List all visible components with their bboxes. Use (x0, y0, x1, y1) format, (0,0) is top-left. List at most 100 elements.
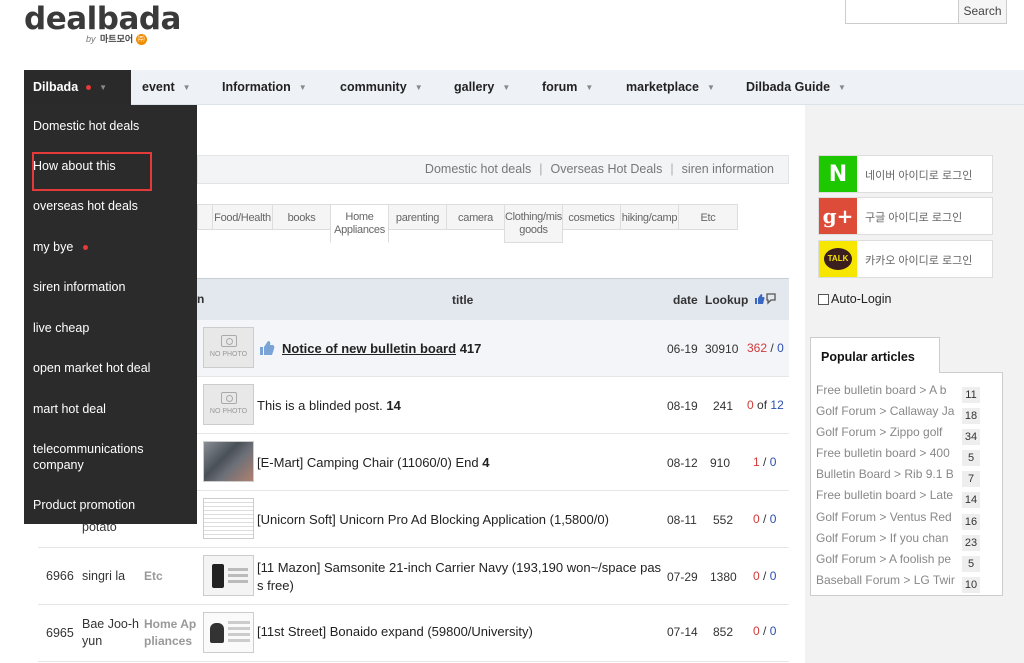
dropdown-item-mart-hot-deal[interactable]: mart hot deal (33, 401, 106, 417)
post-thumbnail[interactable] (203, 498, 254, 539)
table-row[interactable]: NO PHOTO This is a blinded post. 14 08-1… (197, 377, 789, 434)
category-tab-books[interactable]: books (272, 204, 331, 230)
popular-item-title[interactable]: Golf Forum > A foolish pe (816, 552, 958, 566)
popular-item-count: 34 (962, 429, 980, 445)
post-category[interactable]: Home Appliances (144, 616, 202, 650)
table-row[interactable]: 6965 Bae Joo-hyun Home Appliances [11st … (38, 605, 789, 662)
dropdown-item-product-promotion[interactable]: Product promotion (33, 497, 135, 513)
naver-login-button[interactable]: N 네이버 아이디로 로그인 (818, 155, 993, 193)
post-lookup: 552 (713, 513, 734, 527)
kakao-login-button[interactable]: TALK 카카오 아이디로 로그인 (818, 240, 993, 278)
post-title-link[interactable]: Notice of new bulletin board (282, 341, 456, 356)
category-tab-hiking-camp[interactable]: hiking/camp (620, 204, 679, 230)
popular-item-title[interactable]: Free bulletin board > Late (816, 488, 958, 502)
search-input[interactable] (845, 0, 959, 24)
vote-down-count: 0 (769, 512, 777, 526)
popular-item[interactable]: Golf Forum > A foolish pe 5 (816, 552, 998, 572)
post-title-link[interactable]: [E-Mart] Camping Chair (11060/0) End (257, 455, 479, 470)
post-author[interactable]: singri la (82, 569, 125, 583)
site-logo[interactable]: dealbada by 마트모어 ㈜ (24, 2, 181, 46)
table-row[interactable]: NO PHOTO Notice of new bulletin board 41… (197, 320, 789, 377)
post-author[interactable]: Bae Joo-hyun (82, 616, 140, 650)
subnav-link-siren[interactable]: siren information (682, 162, 774, 176)
header-lookup[interactable]: Lookup (705, 293, 748, 307)
search-button[interactable]: Search (958, 0, 1007, 24)
nav-item-dilbada[interactable]: Dilbada ▼ (24, 70, 131, 105)
post-title[interactable]: [11 Mazon] Samsonite 21-inch Carrier Nav… (257, 559, 662, 595)
subnav-link-overseas[interactable]: Overseas Hot Deals (550, 162, 662, 176)
board-subnav: Domestic hot deals | Overseas Hot Deals | si… (197, 155, 789, 184)
popular-item-title[interactable]: Free bulletin board > A b (816, 383, 958, 397)
popular-item-title[interactable]: Golf Forum > Ventus Red (816, 510, 958, 524)
nav-item-marketplace[interactable]: marketplace ▼ (626, 70, 715, 105)
vote-separator: / (763, 624, 767, 638)
popular-item-title[interactable]: Free bulletin board > 400 (816, 446, 958, 460)
post-title[interactable]: [E-Mart] Camping Chair (11060/0) End 4 (257, 455, 489, 470)
nav-item-event[interactable]: event ▼ (142, 70, 191, 105)
nav-item-dilbada-guide[interactable]: Dilbada Guide ▼ (746, 70, 846, 105)
post-thumbnail[interactable] (203, 612, 254, 653)
post-title[interactable]: Notice of new bulletin board 417 (282, 341, 481, 356)
post-title-link[interactable]: [11st Street] Bonaido expand (59800/Univ… (257, 624, 533, 639)
category-tab-parenting[interactable]: parenting (388, 204, 447, 230)
checkbox-icon[interactable] (818, 294, 829, 306)
post-title[interactable]: [11st Street] Bonaido expand (59800/Univ… (257, 624, 533, 639)
popular-item-title[interactable]: Golf Forum > Callaway Ja (816, 404, 958, 418)
post-title[interactable]: [Unicorn Soft] Unicorn Pro Ad Blocking A… (257, 512, 609, 527)
nav-item-gallery[interactable]: gallery ▼ (454, 70, 510, 105)
popular-item[interactable]: Golf Forum > Ventus Red 16 (816, 510, 998, 530)
post-title-link[interactable]: [Unicorn Soft] Unicorn Pro Ad Blocking A… (257, 512, 609, 527)
dropdown-item-overseas-hot-deals[interactable]: overseas hot deals (33, 198, 138, 214)
popular-item[interactable]: Free bulletin board > A b 11 (816, 383, 998, 403)
popular-item[interactable]: Bulletin Board > Rib 9.1 B 7 (816, 467, 998, 487)
vote-separator: / (763, 455, 767, 469)
google-login-button[interactable]: g+ 구글 아이디로 로그인 (818, 197, 993, 235)
dropdown-item-live-cheap[interactable]: live cheap (33, 320, 89, 336)
category-tab-food-health[interactable]: Food/Health (212, 204, 273, 230)
vote-up-count: 0 (753, 624, 760, 638)
post-lookup: 241 (713, 399, 734, 413)
dropdown-item-telecommunications-company[interactable]: telecommunications company (33, 441, 183, 473)
category-tab-home-appliances[interactable]: Home Appliances (330, 204, 389, 243)
popular-item-title[interactable]: Bulletin Board > Rib 9.1 B (816, 467, 958, 481)
camera-icon (220, 392, 237, 404)
popular-item-title[interactable]: Golf Forum > Zippo golf (816, 425, 958, 439)
post-title[interactable]: This is a blinded post. 14 (257, 398, 401, 413)
category-tab[interactable] (197, 204, 213, 230)
category-tab-etc[interactable]: Etc (678, 204, 738, 230)
subnav-link-domestic[interactable]: Domestic hot deals (425, 162, 531, 176)
header-date[interactable]: date (673, 293, 698, 307)
vote-up-count: 0 (747, 398, 754, 412)
no-photo-thumbnail: NO PHOTO (203, 384, 254, 425)
dropdown-item-siren-information[interactable]: siren information (33, 279, 125, 295)
post-category[interactable]: Etc (144, 569, 163, 583)
popular-item-title[interactable]: Baseball Forum > LG Twir (816, 573, 958, 587)
post-number: 6965 (46, 626, 74, 640)
popular-item[interactable]: Free bulletin board > 400 5 (816, 446, 998, 466)
popular-item[interactable]: Baseball Forum > LG Twir 10 (816, 573, 998, 593)
popular-item[interactable]: Golf Forum > Zippo golf 34 (816, 425, 998, 445)
dropdown-item-my-bye[interactable]: my bye (33, 239, 89, 255)
category-tab-camera[interactable]: camera (446, 204, 505, 230)
popular-item[interactable]: Free bulletin board > Late 14 (816, 488, 998, 508)
nav-label: community (340, 80, 407, 94)
category-tab-cosmetics[interactable]: cosmetics (562, 204, 621, 230)
popular-item[interactable]: Golf Forum > Callaway Ja 18 (816, 404, 998, 424)
nav-item-information[interactable]: Information ▼ (222, 70, 307, 105)
dropdown-item-domestic-hot-deals[interactable]: Domestic hot deals (33, 118, 139, 134)
category-tab-clothing-misc[interactable]: Clothing/misc goods (504, 204, 563, 243)
post-title-link[interactable]: This is a blinded post. (257, 398, 383, 413)
nav-item-community[interactable]: community ▼ (340, 70, 423, 105)
popular-articles-tab[interactable]: Popular articles (810, 337, 940, 373)
post-thumbnail[interactable] (203, 555, 254, 596)
dropdown-item-open-market-hot-deal[interactable]: open market hot deal (33, 360, 150, 376)
auto-login-checkbox[interactable]: Auto-Login (818, 292, 891, 306)
table-row[interactable]: 6966 singri la Etc [11 Mazon] Samsonite … (38, 548, 789, 605)
popular-item[interactable]: Golf Forum > If you chan 23 (816, 531, 998, 551)
popular-item-title[interactable]: Golf Forum > If you chan (816, 531, 958, 545)
post-title-link[interactable]: [11 Mazon] Samsonite 21-inch Carrier Nav… (257, 560, 661, 593)
thumbs-up-icon (259, 340, 275, 359)
nav-item-forum[interactable]: forum ▼ (542, 70, 593, 105)
table-row[interactable]: [E-Mart] Camping Chair (11060/0) End 4 0… (197, 434, 789, 491)
post-thumbnail[interactable] (203, 441, 254, 482)
